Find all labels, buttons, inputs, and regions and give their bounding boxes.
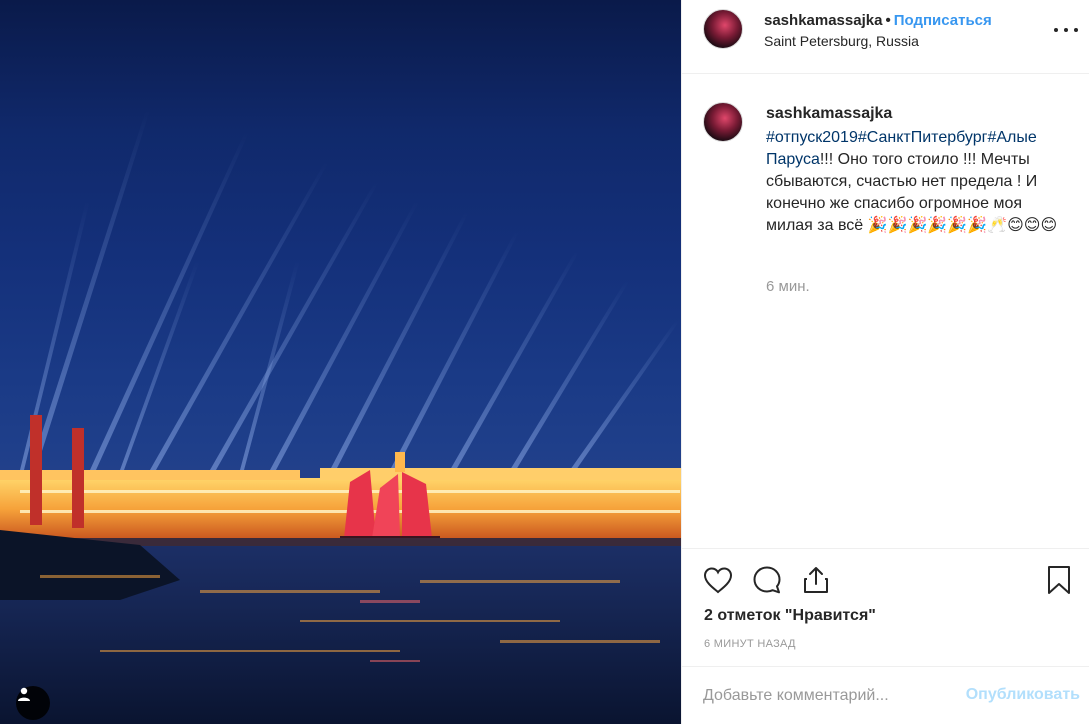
caption-time: 6 мин. <box>766 278 810 295</box>
caption-username[interactable]: sashkamassajka <box>766 105 892 123</box>
more-options-icon[interactable] <box>1054 22 1078 38</box>
comment-icon <box>753 566 781 594</box>
post-timestamp[interactable]: 6 МИНУТ НАЗАД <box>704 638 796 650</box>
heart-icon <box>703 567 733 594</box>
publish-button[interactable]: Опубликовать <box>966 686 1080 704</box>
share-button[interactable] <box>799 563 833 597</box>
post-photo[interactable] <box>0 0 681 724</box>
photo-scene <box>0 110 681 724</box>
separator-dot: • <box>885 12 891 29</box>
caption-section: sashkamassajka #отпуск2019#СанктПитербур… <box>682 74 1089 548</box>
author-avatar[interactable] <box>703 9 743 49</box>
author-username[interactable]: sashkamassajka <box>764 12 882 29</box>
post-actions: 2 отметок "Нравится" 6 МИНУТ НАЗАД <box>682 548 1089 666</box>
user-icon <box>18 687 30 701</box>
share-icon <box>804 567 828 593</box>
bookmark-icon <box>1048 566 1070 594</box>
caption-text: #отпуск2019#СанктПитербург#Алые Паруса!!… <box>766 127 1066 237</box>
header-line: sashkamassajka • Подписаться <box>764 12 992 29</box>
likes-count[interactable]: 2 отметок "Нравится" <box>704 607 876 625</box>
comment-button[interactable] <box>750 563 784 597</box>
post-location[interactable]: Saint Petersburg, Russia <box>764 33 919 49</box>
post-side-panel: sashkamassajka • Подписаться Saint Petersb… <box>681 0 1089 724</box>
save-button[interactable] <box>1042 563 1076 597</box>
post-header: sashkamassajka • Подписаться Saint Petersb… <box>682 0 1089 74</box>
light-beams <box>20 110 680 470</box>
follow-button[interactable]: Подписаться <box>894 12 992 29</box>
tagged-user-button[interactable] <box>16 686 50 720</box>
like-button[interactable] <box>701 563 735 597</box>
caption-avatar[interactable] <box>703 102 743 142</box>
comment-input[interactable] <box>703 685 963 707</box>
comment-form: Опубликовать <box>682 666 1089 724</box>
